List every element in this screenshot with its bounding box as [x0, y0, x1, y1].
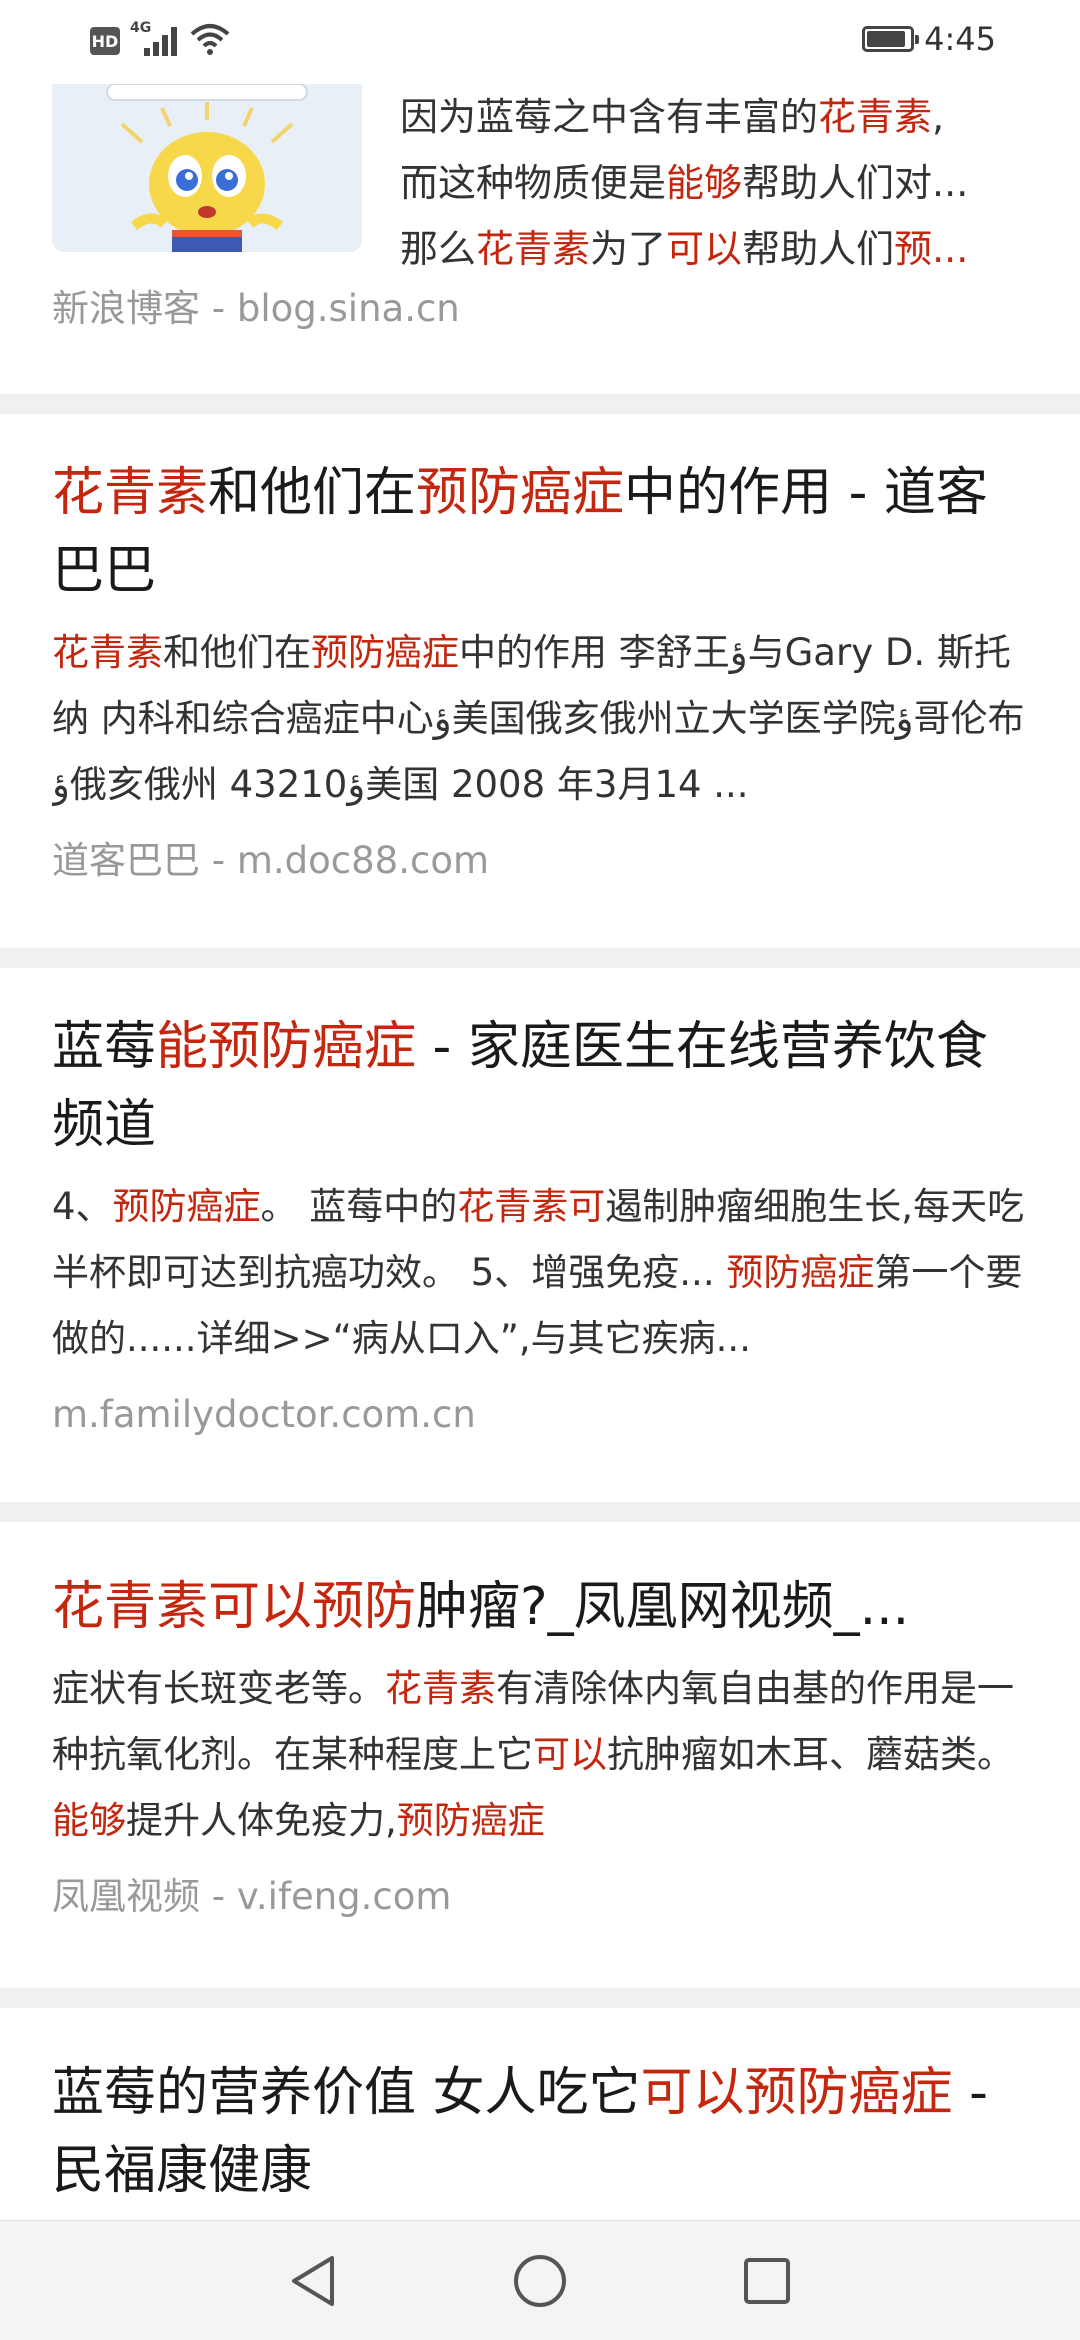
text-segment: 提升人体免疫力, — [126, 1799, 397, 1842]
result-thumbnail[interactable] — [52, 84, 362, 252]
result-title[interactable]: 花青素和他们在预防癌症中的作用 - 道客巴巴 — [52, 454, 1028, 610]
snippet-line: 那么花青素为了可以帮助人们预... — [400, 216, 1028, 282]
text-segment: 蓝莓的营养价值 女人吃它 — [52, 2063, 641, 2123]
highlighted-keyword: 花青素 — [818, 95, 933, 139]
screen: HD 4G 4:45 因为蓝莓之中含有丰富的花青素, 而这种物质便是能够帮助人们… — [0, 0, 1080, 2340]
highlighted-keyword: 花青素 — [52, 463, 209, 523]
text-segment: 4、 — [52, 1185, 113, 1228]
home-button[interactable] — [500, 2241, 580, 2321]
highlighted-keyword: 花青素 — [52, 631, 163, 674]
search-result-5[interactable]: 蓝莓的营养价值 女人吃它可以预防癌症 - 民福康健康 — [0, 2008, 1080, 2238]
search-result-1[interactable]: 因为蓝莓之中含有丰富的花青素, 而这种物质便是能够帮助人们对... 那么花青素为了可… — [0, 84, 1080, 394]
text-segment: 帮助人们对... — [742, 161, 969, 205]
text-segment: 而这种物质便是 — [400, 161, 667, 205]
result-title[interactable]: 花青素可以预防肿瘤?_凤凰网视频_... — [52, 1568, 1028, 1646]
text-segment: 因为蓝莓之中含有丰富的 — [400, 95, 819, 139]
result-source[interactable]: 凤凰视频 - v.ifeng.com — [52, 1872, 1028, 1922]
square-recents-icon — [743, 2257, 790, 2304]
highlighted-keyword: 预防癌症 — [726, 1251, 875, 1294]
status-bar: HD 4G 4:45 — [0, 0, 1080, 84]
wifi-icon — [190, 22, 230, 60]
hd-badge: HD — [90, 27, 120, 55]
highlighted-keyword: 预防癌症 — [112, 1185, 261, 1228]
highlighted-keyword: 预... — [894, 227, 969, 271]
text-segment: 肿瘤?_凤凰网视频_... — [416, 1577, 910, 1637]
highlighted-keyword: 能够 — [666, 161, 743, 205]
text-segment: 。 蓝莓中的 — [260, 1185, 458, 1228]
highlighted-keyword: 可以 — [533, 1733, 607, 1776]
battery-fill — [867, 31, 905, 47]
signal-icon: 4G — [130, 20, 180, 58]
result-source[interactable]: 道客巴巴 - m.doc88.com — [52, 836, 1028, 886]
result-title[interactable]: 蓝莓的营养价值 女人吃它可以预防癌症 - 民福康健康 — [52, 2054, 1028, 2210]
text-segment: 症状有长斑变老等。 — [52, 1667, 385, 1710]
clock: 4:45 — [924, 20, 996, 58]
text-segment: 和他们在 — [163, 631, 311, 674]
result-snippet: 花青素和他们在预防癌症中的作用 李舒王ؤ与Gary D. 斯托纳 内科和综合癌症… — [52, 620, 1028, 818]
search-result-2[interactable]: 花青素和他们在预防癌症中的作用 - 道客巴巴 花青素和他们在预防癌症中的作用 李… — [0, 414, 1080, 948]
snippet-line: 因为蓝莓之中含有丰富的花青素, — [400, 84, 1028, 150]
highlighted-keyword: 花青素可 — [457, 1185, 606, 1228]
circle-home-icon — [513, 2254, 566, 2307]
result-title[interactable]: 蓝莓能预防癌症 - 家庭医生在线营养饮食频道 — [52, 1008, 1028, 1164]
text-segment: , — [932, 95, 945, 139]
highlighted-keyword: 花青素可以预防 — [52, 1577, 417, 1637]
highlighted-keyword: 预防癌症 — [311, 631, 459, 674]
back-button[interactable] — [273, 2241, 353, 2321]
result-snippet: 4、预防癌症。 蓝莓中的花青素可遏制肿瘤细胞生长,每天吃半杯即可达到抗癌功效。 … — [52, 1174, 1028, 1372]
text-segment: 抗肿瘤如木耳、蘑菇类。 — [607, 1733, 1014, 1776]
status-right: 4:45 — [862, 20, 996, 58]
status-indicators: HD 4G — [90, 20, 230, 60]
snippet-line: 而这种物质便是能够帮助人们对... — [400, 150, 1028, 216]
highlighted-keyword: 预防癌症 — [416, 463, 625, 523]
lightbulb-mascot-icon — [52, 84, 362, 252]
text-segment: 为了 — [590, 227, 667, 271]
text-segment: 帮助人们 — [742, 227, 895, 271]
text-segment: 那么 — [400, 227, 477, 271]
search-result-4[interactable]: 花青素可以预防肿瘤?_凤凰网视频_... 症状有长斑变老等。花青素有清除体内氧自… — [0, 1522, 1080, 1988]
highlighted-keyword: 可以 — [666, 227, 743, 271]
result-source[interactable]: m.familydoctor.com.cn — [52, 1390, 1028, 1440]
highlighted-keyword: 可以预防癌症 — [640, 2063, 953, 2123]
result-source[interactable]: 新浪博客 - blog.sina.cn — [52, 284, 460, 334]
highlighted-keyword: 花青素 — [476, 227, 591, 271]
result-snippet: 症状有长斑变老等。花青素有清除体内氧自由基的作用是一种抗氧化剂。在某种程度上它可… — [52, 1656, 1028, 1854]
highlighted-keyword: 能预防癌症 — [156, 1017, 417, 1077]
highlighted-keyword: 预防癌症 — [396, 1799, 545, 1842]
triangle-back-icon — [292, 2255, 335, 2306]
recents-button[interactable] — [727, 2241, 807, 2321]
text-segment: 蓝莓 — [52, 1017, 157, 1077]
search-result-3[interactable]: 蓝莓能预防癌症 - 家庭医生在线营养饮食频道 4、预防癌症。 蓝莓中的花青素可遏… — [0, 968, 1080, 1502]
battery-icon — [862, 26, 920, 52]
text-segment: 和他们在 — [208, 463, 417, 523]
highlighted-keyword: 花青素 — [385, 1667, 496, 1710]
result-snippet: 因为蓝莓之中含有丰富的花青素, 而这种物质便是能够帮助人们对... 那么花青素为了可… — [400, 84, 1028, 282]
highlighted-keyword: 能够 — [52, 1799, 126, 1842]
system-nav-bar — [0, 2220, 1080, 2340]
